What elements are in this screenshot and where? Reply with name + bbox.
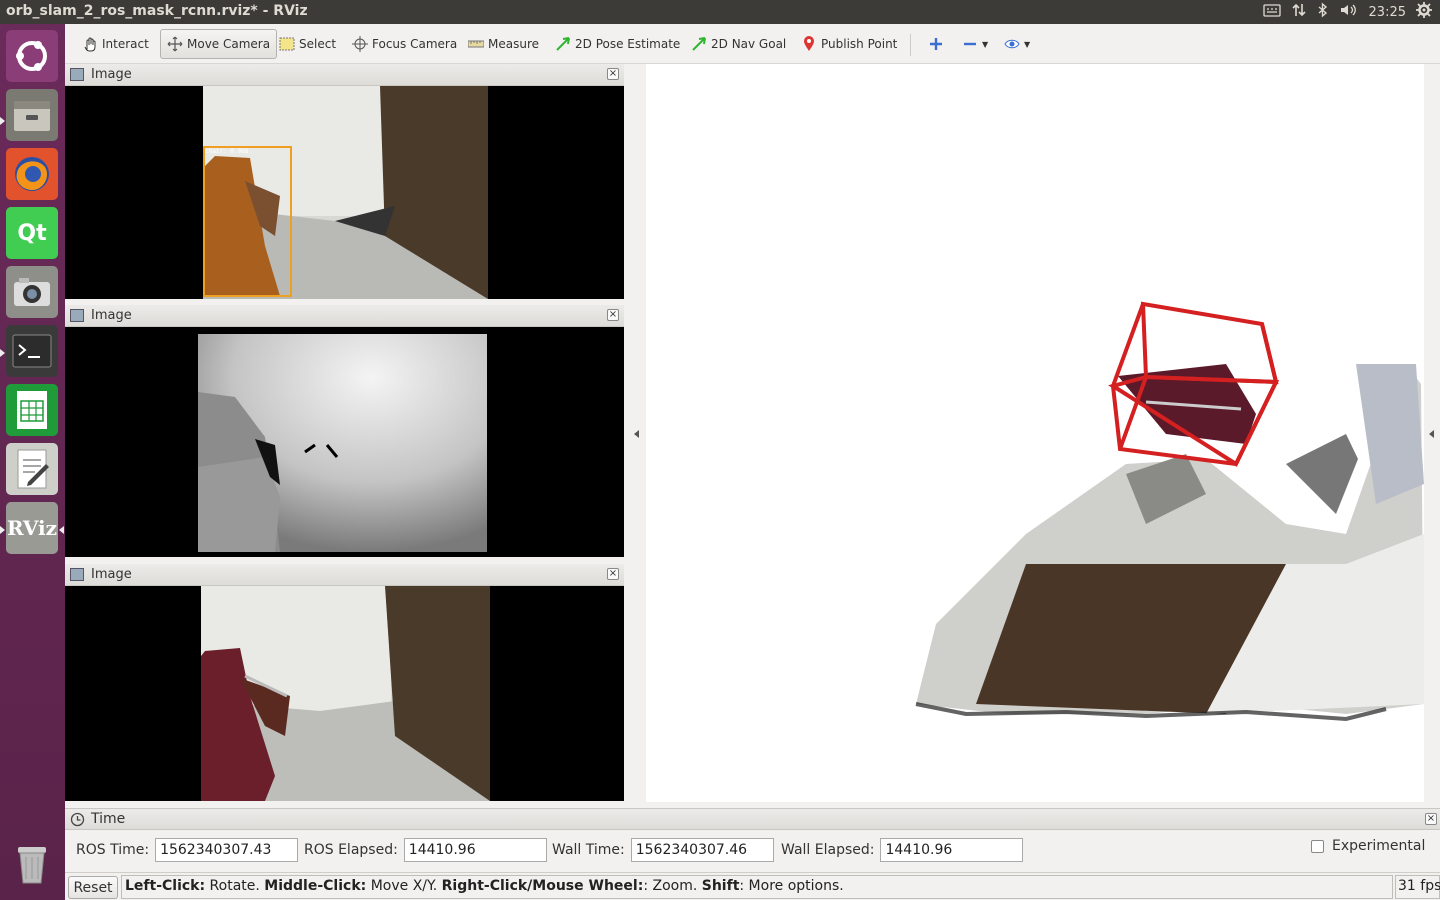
select-box-icon — [279, 36, 295, 52]
fps-counter: 31 fps — [1395, 875, 1440, 899]
network-icon[interactable] — [1291, 2, 1307, 22]
2d-nav-goal-tool-button[interactable]: 2D Nav Goal — [688, 32, 789, 56]
toolbar-separator — [910, 34, 911, 56]
ros-elapsed-input[interactable] — [403, 838, 547, 862]
eye-icon — [1004, 36, 1020, 52]
minus-icon — [962, 36, 978, 52]
time-panel-titlebar[interactable]: Time × — [65, 808, 1440, 830]
launcher-firefox-icon[interactable] — [6, 148, 58, 200]
status-message: Left-Click: Rotate. Middle-Click: Move X… — [121, 875, 1393, 899]
2d-pose-estimate-tool-button[interactable]: 2D Pose Estimate — [552, 32, 683, 56]
interact-tool-button[interactable]: Interact — [79, 32, 152, 56]
ros-elapsed-field: ROS Elapsed: — [304, 838, 547, 862]
wall-elapsed-field: Wall Elapsed: — [781, 838, 1024, 862]
image-panel-1: Image × chair: 0.988 — [65, 64, 624, 299]
left-splitter[interactable] — [624, 64, 646, 802]
ruler-icon — [467, 36, 485, 52]
volume-icon[interactable] — [1339, 2, 1359, 22]
launcher-camera-icon[interactable] — [6, 266, 58, 318]
launcher-rviz-icon[interactable]: RViz — [6, 502, 58, 554]
system-top-bar: orb_slam_2_ros_mask_rcnn.rviz* - RViz 23… — [0, 0, 1440, 24]
ros-time-field: ROS Time: — [76, 838, 299, 862]
keyboard-icon[interactable] — [1262, 3, 1281, 21]
window-title: orb_slam_2_ros_mask_rcnn.rviz* - RViz — [6, 3, 308, 19]
launcher-trash-icon[interactable] — [6, 837, 58, 889]
rgb-image-with-detection: chair: 0.988 — [203, 86, 488, 299]
image-panel-3: Image × — [65, 564, 624, 801]
add-tool-button[interactable] — [925, 32, 947, 56]
collapse-left-icon — [634, 430, 639, 438]
select-tool-button[interactable]: Select — [276, 32, 339, 56]
right-splitter[interactable] — [1424, 64, 1440, 802]
close-icon[interactable]: × — [607, 309, 619, 321]
green-arrow-icon — [691, 36, 707, 52]
ros-time-input[interactable] — [155, 838, 299, 862]
running-indicator — [0, 526, 5, 534]
launcher-text-editor-icon[interactable] — [6, 443, 58, 495]
clock[interactable]: 23:25 — [1369, 5, 1406, 20]
green-arrow-icon — [555, 36, 571, 52]
rviz-toolbar: Interact Move Camera Select Focus Camera… — [65, 24, 1440, 64]
image-panel-1-titlebar[interactable]: Image × — [65, 64, 624, 86]
wall-time-field: Wall Time: — [552, 838, 774, 862]
wall-elapsed-input[interactable] — [880, 838, 1024, 862]
time-panel-title: Time — [91, 811, 126, 827]
settings-gear-icon[interactable] — [1416, 2, 1432, 22]
image-view-rgb-detection[interactable]: chair: 0.988 — [65, 86, 624, 299]
close-icon[interactable]: × — [607, 68, 619, 80]
crosshair-icon — [352, 36, 368, 52]
image-icon — [70, 309, 84, 322]
3d-render-view[interactable] — [646, 64, 1424, 802]
launcher-qt-icon[interactable]: Qt — [6, 207, 58, 259]
close-icon[interactable]: × — [1425, 813, 1437, 825]
running-indicator — [0, 349, 5, 357]
remove-tool-button[interactable]: ▼ — [959, 32, 991, 56]
move-arrows-icon — [167, 36, 183, 52]
experimental-checkbox[interactable] — [1311, 839, 1324, 853]
experimental-option: Experimental — [1311, 838, 1425, 854]
status-bar: Reset Left-Click: Rotate. Middle-Click: … — [65, 872, 1440, 900]
image-panel-3-titlebar[interactable]: Image × — [65, 564, 624, 586]
measure-tool-button[interactable]: Measure — [465, 32, 542, 56]
time-panel: Time × ROS Time: ROS Elapsed: Wall Time:… — [65, 808, 1440, 870]
close-icon[interactable]: × — [607, 568, 619, 580]
focused-indicator — [59, 526, 64, 534]
launcher-calc-icon[interactable] — [6, 384, 58, 436]
chevron-down-icon: ▼ — [1024, 39, 1031, 49]
plus-icon — [928, 36, 944, 52]
launcher-terminal-icon[interactable] — [6, 325, 58, 377]
unity-launcher: Qt RViz — [0, 24, 65, 900]
launcher-files-icon[interactable] — [6, 89, 58, 141]
map-pin-icon — [801, 36, 817, 52]
point-cloud-scene — [915, 301, 1424, 722]
launcher-ubuntu-icon[interactable] — [6, 30, 58, 82]
system-tray: 23:25 — [1262, 2, 1432, 22]
image-panel-2-titlebar[interactable]: Image × — [65, 305, 624, 327]
image-view-rgb[interactable] — [65, 586, 624, 801]
view-options-button[interactable]: ▼ — [1001, 32, 1033, 56]
hand-icon — [82, 36, 98, 52]
reset-button[interactable]: Reset — [68, 876, 118, 899]
rgb-image — [201, 586, 490, 801]
detection-label: chair: 0.988 — [205, 148, 249, 155]
collapse-right-icon — [1429, 430, 1434, 438]
image-icon — [70, 568, 84, 581]
publish-point-tool-button[interactable]: Publish Point — [798, 32, 900, 56]
image-view-depth[interactable] — [65, 327, 624, 557]
bluetooth-icon[interactable] — [1317, 2, 1329, 22]
focus-camera-tool-button[interactable]: Focus Camera — [349, 32, 460, 56]
image-icon — [70, 68, 84, 81]
image-panel-2: Image × — [65, 305, 624, 557]
wall-time-input[interactable] — [630, 838, 774, 862]
depth-image — [198, 334, 487, 552]
move-camera-tool-button[interactable]: Move Camera — [160, 29, 278, 59]
running-indicator — [0, 117, 5, 125]
clock-icon — [70, 812, 85, 831]
chevron-down-icon: ▼ — [982, 39, 989, 49]
